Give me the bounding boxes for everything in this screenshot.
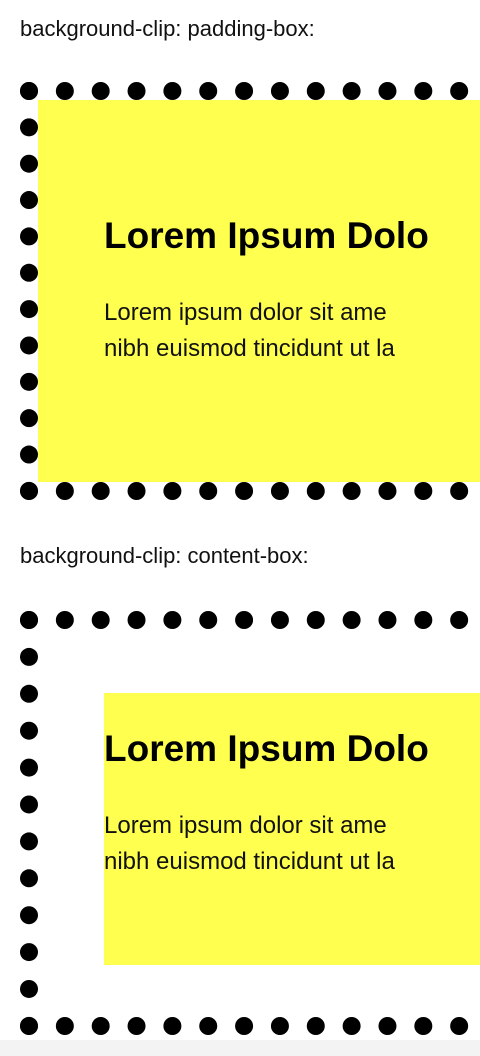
content-box-label: background-clip: content-box:: [20, 543, 309, 568]
demo-page: background-clip: padding-box: Lorem Ipsu…: [0, 0, 480, 1040]
content-box-title: Lorem Ipsum Dolo: [104, 728, 429, 769]
content-box-demo: Lorem Ipsum Dolo Lorem ipsum dolor sit a…: [20, 611, 480, 1035]
content-box-text: Lorem ipsum dolor sit ame nibh euismod t…: [104, 811, 395, 875]
padding-box-text: Lorem ipsum dolor sit ame nibh euismod t…: [104, 298, 395, 362]
padding-box-title: Lorem Ipsum Dolo: [104, 215, 429, 256]
padding-box-label: background-clip: padding-box:: [20, 16, 315, 41]
padding-box-demo: Lorem Ipsum Dolo Lorem ipsum dolor sit a…: [20, 82, 480, 500]
